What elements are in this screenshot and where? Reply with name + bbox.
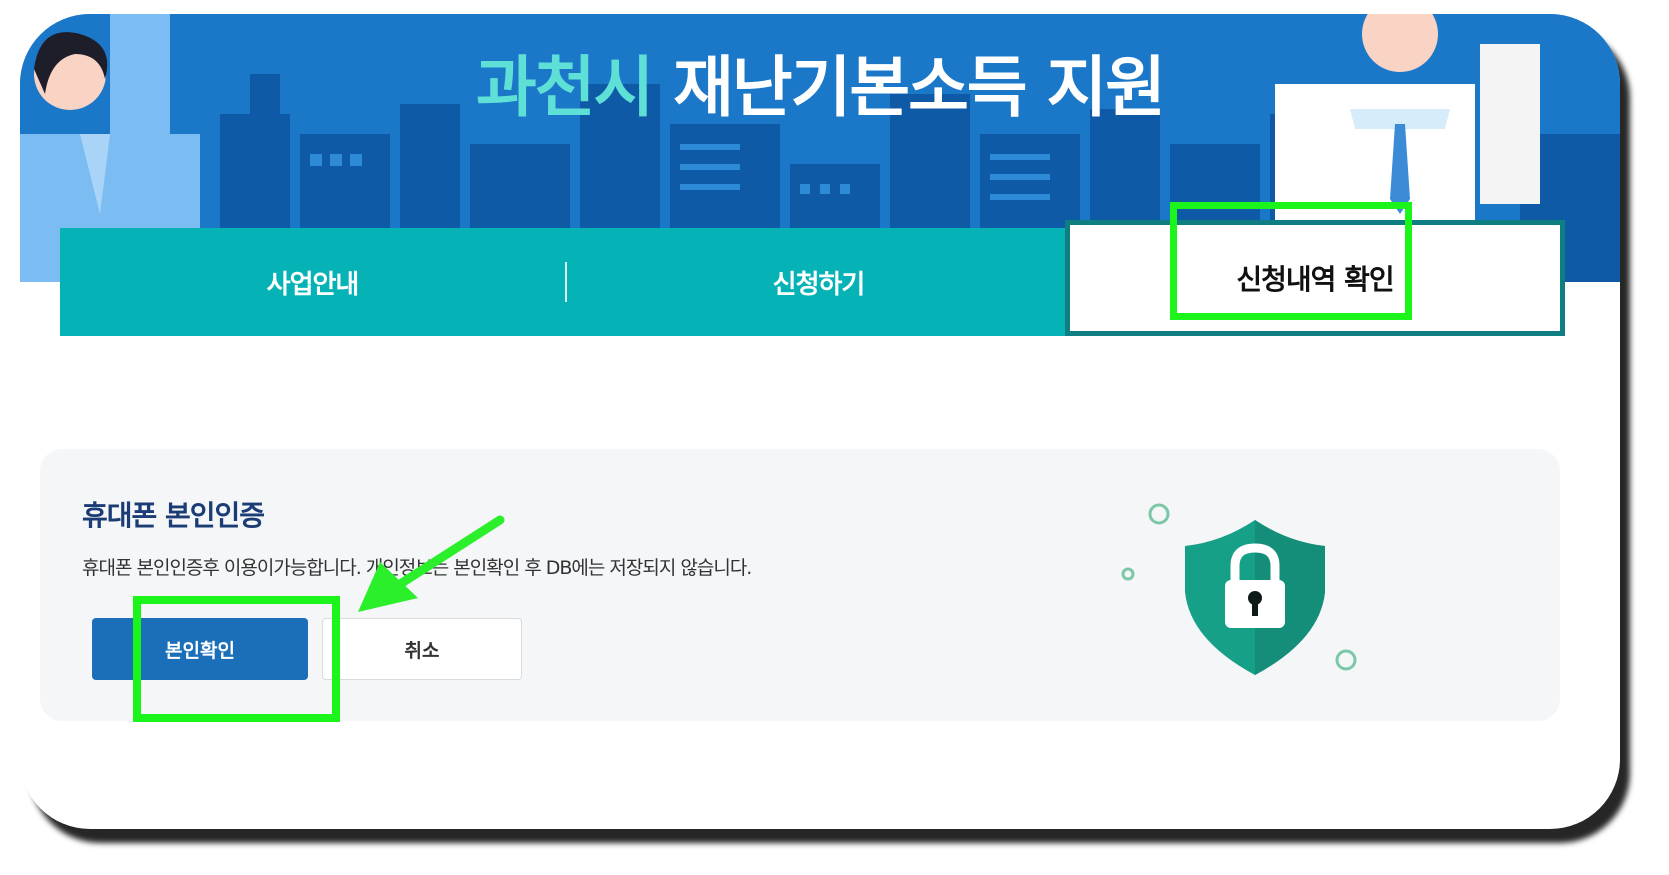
tab-apply[interactable]: 신청하기 [567,228,1070,336]
highlight-box-tab [1170,202,1412,320]
highlight-box-button [133,596,340,722]
tab-business-info[interactable]: 사업안내 [60,228,565,336]
panel-title: 휴대폰 본인인증 [82,499,265,532]
banner-title: 과천시 재난기본소득 지원 [20,34,1620,130]
cancel-button[interactable]: 취소 [322,618,522,680]
arrow-icon [358,515,505,612]
lock-shield-icon [1121,503,1357,675]
banner-title-highlight: 과천시 [476,49,654,126]
banner-title-rest: 재난기본소득 지원 [673,49,1166,126]
